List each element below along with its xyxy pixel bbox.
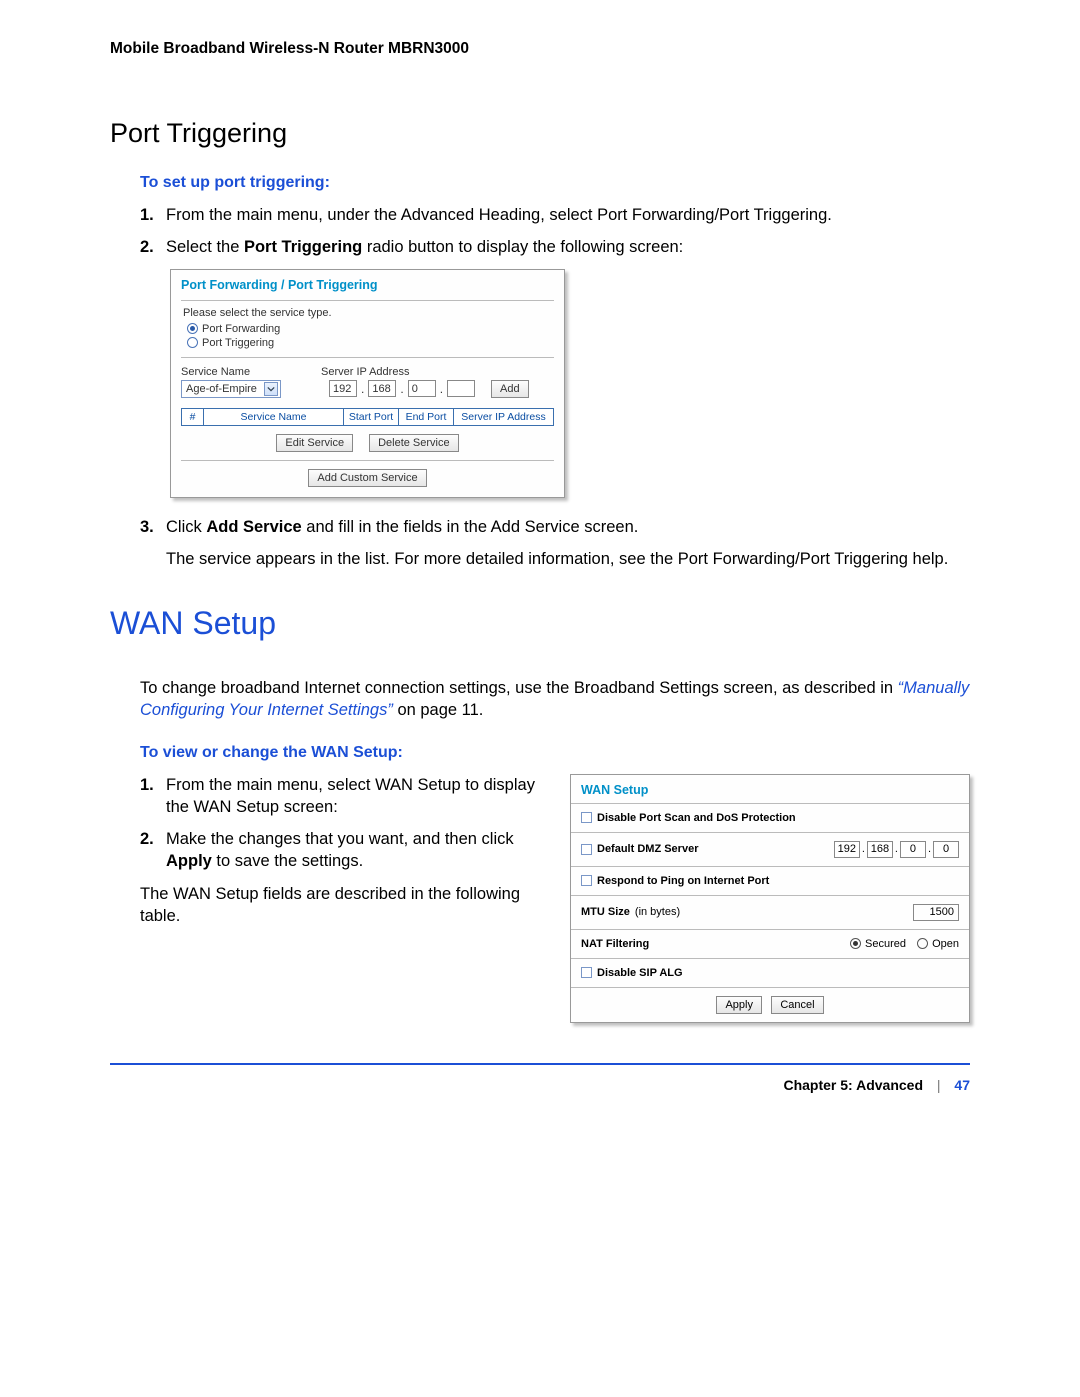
chapter-label: Chapter 5: Advanced xyxy=(783,1077,923,1093)
apply-button[interactable]: Apply xyxy=(716,996,762,1014)
service-name-select[interactable]: Age-of-Empire xyxy=(181,380,281,398)
doc-header: Mobile Broadband Wireless-N Router MBRN3… xyxy=(110,40,970,58)
label: Disable Port Scan and DoS Protection xyxy=(597,812,796,824)
step-text: Click Add Service and fill in the fields… xyxy=(166,516,970,571)
step-num: 1. xyxy=(140,204,166,226)
nat-open-radio[interactable] xyxy=(917,938,928,949)
step-text: From the main menu, under the Advanced H… xyxy=(166,204,970,226)
label: Default DMZ Server xyxy=(597,843,698,855)
default-dmz-checkbox[interactable] xyxy=(581,844,592,855)
txt: to save the settings. xyxy=(212,852,363,870)
txt: Select the xyxy=(166,238,244,256)
edit-service-button[interactable]: Edit Service xyxy=(276,434,353,452)
section-port-triggering-title: Port Triggering xyxy=(110,118,970,149)
chevron-down-icon xyxy=(264,382,278,396)
bold: Port Triggering xyxy=(244,238,362,256)
radio-label: Port Triggering xyxy=(202,337,274,349)
mtu-input[interactable]: 1500 xyxy=(913,904,959,921)
add-button[interactable]: Add xyxy=(491,380,529,398)
txt: Click xyxy=(166,518,206,536)
cancel-button[interactable]: Cancel xyxy=(771,996,823,1014)
page-number: 47 xyxy=(954,1077,970,1093)
bold: Add Service xyxy=(206,518,301,536)
step-text: Select the Port Triggering radio button … xyxy=(166,236,970,258)
footer-rule xyxy=(110,1063,970,1065)
step-num: 3. xyxy=(140,516,166,571)
section-wan-setup-title: WAN Setup xyxy=(110,605,970,642)
page-footer: Chapter 5: Advanced | 47 xyxy=(110,1077,970,1093)
th-hash: # xyxy=(182,408,204,425)
step-num: 2. xyxy=(140,236,166,258)
separator: | xyxy=(937,1077,941,1093)
th-server-ip: Server IP Address xyxy=(454,408,554,425)
txt: To change broadband Internet connection … xyxy=(140,679,898,697)
delete-service-button[interactable]: Delete Service xyxy=(369,434,459,452)
txt: Make the changes that you want, and then… xyxy=(166,830,514,848)
step-text: Make the changes that you want, and then… xyxy=(166,828,540,873)
wan-setup-panel: WAN Setup Disable Port Scan and DoS Prot… xyxy=(570,774,970,1023)
service-name-header: Service Name xyxy=(181,366,321,378)
radio-label: Open xyxy=(932,938,959,950)
step-num: 2. xyxy=(140,828,166,873)
th-start-port: Start Port xyxy=(344,408,399,425)
label: NAT Filtering xyxy=(581,938,649,950)
instr-heading-port-trig: To set up port triggering: xyxy=(140,174,970,192)
panel-title: WAN Setup xyxy=(571,781,969,803)
txt: radio button to display the following sc… xyxy=(362,238,683,256)
label-sub: (in bytes) xyxy=(635,906,680,918)
step-num: 1. xyxy=(140,774,166,819)
panel-title: Port Forwarding / Port Triggering xyxy=(181,278,554,298)
txt: on page 11. xyxy=(393,701,484,719)
th-end-port: End Port xyxy=(399,408,454,425)
add-custom-service-button[interactable]: Add Custom Service xyxy=(308,469,426,487)
select-value: Age-of-Empire xyxy=(186,383,257,395)
dmz-ip-4[interactable]: 0 xyxy=(933,841,959,858)
bold: Apply xyxy=(166,852,212,870)
label: Respond to Ping on Internet Port xyxy=(597,875,769,887)
server-ip-header: Server IP Address xyxy=(321,366,554,378)
ip-octet-3[interactable]: 0 xyxy=(408,380,436,397)
label: MTU Size xyxy=(581,906,630,918)
port-forwarding-radio[interactable] xyxy=(187,323,198,334)
ip-octet-2[interactable]: 168 xyxy=(368,380,396,397)
step-text: From the main menu, select WAN Setup to … xyxy=(166,774,540,819)
port-forwarding-panel: Port Forwarding / Port Triggering Please… xyxy=(170,269,565,498)
port-triggering-radio[interactable] xyxy=(187,337,198,348)
radio-label: Port Forwarding xyxy=(202,323,280,335)
dmz-ip-2[interactable]: 168 xyxy=(867,841,893,858)
respond-ping-checkbox[interactable] xyxy=(581,875,592,886)
disable-portscan-checkbox[interactable] xyxy=(581,812,592,823)
dmz-ip-1[interactable]: 192 xyxy=(834,841,860,858)
instr-heading-wan: To view or change the WAN Setup: xyxy=(140,744,970,762)
ip-octet-4[interactable] xyxy=(447,380,475,397)
nat-secured-radio[interactable] xyxy=(850,938,861,949)
txt: The service appears in the list. For mor… xyxy=(166,550,948,568)
services-table: # Service Name Start Port End Port Serve… xyxy=(181,408,554,426)
th-service-name: Service Name xyxy=(204,408,344,425)
ip-octet-1[interactable]: 192 xyxy=(329,380,357,397)
label: Disable SIP ALG xyxy=(597,967,683,979)
disable-sip-alg-checkbox[interactable] xyxy=(581,967,592,978)
follow-text: The WAN Setup fields are described in th… xyxy=(140,883,540,928)
select-service-type-label: Please select the service type. xyxy=(183,307,554,319)
txt: and fill in the fields in the Add Servic… xyxy=(302,518,639,536)
dmz-ip-3[interactable]: 0 xyxy=(900,841,926,858)
radio-label: Secured xyxy=(865,938,906,950)
